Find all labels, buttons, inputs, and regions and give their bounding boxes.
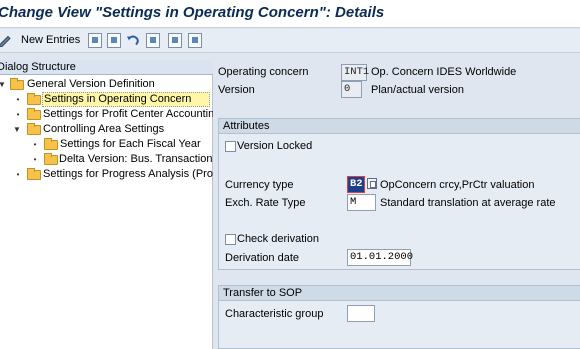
- operating-concern-field[interactable]: INT1: [341, 64, 369, 81]
- version-text: Plan/actual version: [371, 84, 464, 96]
- attributes-group-title: Attributes: [219, 119, 580, 134]
- select-all-icon[interactable]: [146, 33, 160, 48]
- tree-node-label: Delta Version: Bus. Transactions: [59, 153, 213, 165]
- tree-node-label: Settings for Each Fiscal Year: [60, 138, 201, 150]
- check-derivation-checkbox[interactable]: [225, 234, 236, 245]
- application-toolbar: New Entries: [0, 29, 580, 53]
- currency-type-label: Currency type: [225, 179, 294, 191]
- edit-icon[interactable]: [0, 33, 12, 48]
- folder-icon: [44, 153, 58, 165]
- operating-concern-label: Operating concern: [218, 66, 309, 78]
- folder-icon: [44, 138, 58, 150]
- folder-icon: [27, 168, 41, 180]
- tree-node-label: Settings for Profit Center Accounting: [43, 108, 213, 120]
- tree-header: Dialog Structure: [0, 60, 213, 75]
- tree-node-controlling-area[interactable]: ▼ Controlling Area Settings: [0, 122, 213, 137]
- characteristic-group-field[interactable]: [347, 305, 375, 322]
- delete-icon[interactable]: [107, 33, 121, 48]
- tree-node-label: Settings in Operating Concern: [42, 92, 210, 107]
- exch-rate-text: Standard translation at average rate: [380, 197, 556, 209]
- characteristic-group-label: Characteristic group: [225, 308, 324, 320]
- new-entries-button[interactable]: New Entries: [21, 34, 80, 49]
- exch-rate-field[interactable]: M: [347, 194, 376, 211]
- tree-node-fiscal-year[interactable]: • Settings for Each Fiscal Year: [0, 137, 213, 152]
- save-icon[interactable]: [168, 33, 182, 48]
- tree-node-label: Controlling Area Settings: [43, 123, 165, 135]
- title-bar: Change View "Settings in Operating Conce…: [0, 0, 580, 28]
- transfer-sop-group-title: Transfer to SOP: [219, 286, 580, 301]
- derivation-date-field[interactable]: 01.01.2000: [347, 249, 413, 266]
- dialog-structure-tree: Dialog Structure ▼ General Version Defin…: [0, 60, 213, 349]
- version-locked-label: Version Locked: [237, 140, 313, 152]
- check-derivation-label: Check derivation: [237, 233, 319, 245]
- folder-icon: [27, 123, 41, 135]
- currency-type-text: OpConcern crcy,PrCtr valuation: [380, 179, 535, 191]
- bullet-icon: •: [33, 155, 37, 164]
- folder-icon: [10, 78, 24, 90]
- bullet-icon: •: [16, 95, 20, 104]
- transfer-sop-group: Transfer to SOP Characteristic group: [218, 285, 580, 349]
- bullet-icon: •: [33, 140, 37, 149]
- tree-node-settings-operating-concern[interactable]: • Settings in Operating Concern: [0, 92, 213, 107]
- detail-area: Operating concern INT1 Op. Concern IDES …: [214, 60, 580, 349]
- tree-node-delta-version[interactable]: • Delta Version: Bus. Transactions: [0, 152, 213, 167]
- exch-rate-label: Exch. Rate Type: [225, 197, 306, 209]
- tree-node-progress-analysis[interactable]: • Settings for Progress Analysis (Projec…: [0, 167, 213, 182]
- folder-icon: [27, 93, 41, 105]
- deselect-icon[interactable]: [188, 33, 202, 48]
- operating-concern-text: Op. Concern IDES Worldwide: [371, 66, 517, 78]
- tree-node-general-version[interactable]: ▼ General Version Definition: [0, 77, 213, 92]
- derivation-date-label: Derivation date: [225, 252, 299, 264]
- copy-icon[interactable]: [88, 33, 102, 48]
- value-help-icon[interactable]: [367, 178, 377, 189]
- bullet-icon: •: [16, 170, 20, 179]
- version-field[interactable]: 0: [341, 81, 362, 98]
- expand-toggle-icon[interactable]: ▼: [0, 77, 6, 92]
- undo-icon[interactable]: [126, 33, 140, 48]
- tree-node-label: General Version Definition: [27, 78, 155, 90]
- tree-node-label: Settings for Progress Analysis (Project): [43, 168, 213, 180]
- window-title: Change View "Settings in Operating Conce…: [0, 4, 385, 21]
- tree-node-profit-center[interactable]: • Settings for Profit Center Accounting: [0, 107, 213, 122]
- bullet-icon: •: [16, 110, 20, 119]
- attributes-group: Attributes Version Locked Currency type …: [218, 118, 580, 270]
- version-label: Version: [218, 84, 255, 96]
- currency-type-field[interactable]: B2: [347, 176, 365, 193]
- expand-toggle-icon[interactable]: ▼: [13, 122, 21, 137]
- folder-icon: [27, 108, 41, 120]
- version-locked-checkbox[interactable]: [225, 141, 236, 152]
